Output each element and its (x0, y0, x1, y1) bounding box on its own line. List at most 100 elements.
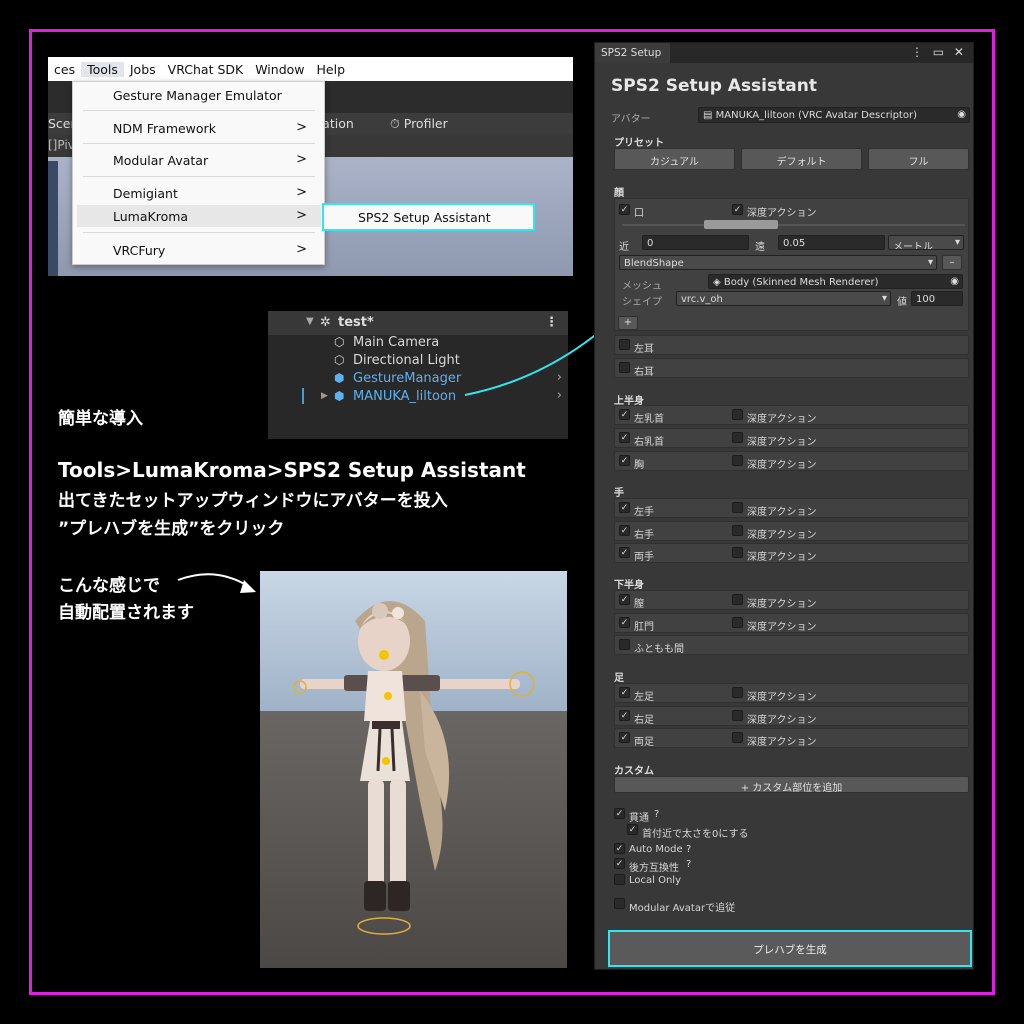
auto-mode-checkbox[interactable]: ✓ (614, 843, 625, 854)
right-ear-row (614, 358, 969, 378)
shape-label: シェイプ (622, 297, 662, 308)
left-nipple-checkbox[interactable]: ✓ (619, 409, 630, 420)
chest-label: 胸 (634, 460, 644, 471)
unit-dropdown[interactable]: メートル ▾ (888, 235, 964, 250)
backward-compat-checkbox[interactable]: ✓ (614, 858, 625, 869)
anus-depth-checkbox[interactable] (732, 617, 743, 628)
right-foot-depth-checkbox[interactable] (732, 710, 743, 721)
near-input[interactable]: 0 (642, 235, 749, 250)
right-hand-checkbox[interactable]: ✓ (619, 525, 630, 536)
anus-label: 肛門 (634, 622, 654, 633)
face-section-label: 顔 (614, 188, 624, 199)
neck-thickness-label: 首付近で太さを0にする (642, 829, 749, 840)
thighs-label: ふともも間 (634, 644, 684, 655)
neck-thickness-checkbox[interactable]: ✓ (627, 824, 638, 835)
penetrate-label: 貫通 (629, 813, 649, 824)
both-feet-checkbox[interactable]: ✓ (619, 732, 630, 743)
both-hands-depth-label: 深度アクション (747, 552, 817, 563)
left-foot-depth-label: 深度アクション (747, 692, 817, 703)
unit-dropdown-value: メートル (893, 242, 933, 250)
left-nipple-depth-checkbox[interactable] (732, 409, 743, 420)
shape-dropdown[interactable]: vrc.v_oh ▾ (676, 291, 891, 306)
right-hand-depth-label: 深度アクション (747, 530, 817, 541)
right-ear-checkbox[interactable] (619, 362, 630, 373)
custom-section-label: カスタム (614, 766, 654, 777)
right-foot-checkbox[interactable]: ✓ (619, 710, 630, 721)
mesh-field-value: Body (Skinned Mesh Renderer) (723, 277, 879, 288)
right-foot-label: 右足 (634, 715, 654, 726)
right-hand-depth-checkbox[interactable] (732, 525, 743, 536)
penetrate-checkbox[interactable]: ✓ (614, 808, 625, 819)
object-picker-icon[interactable]: ◉ (950, 276, 959, 287)
vagina-depth-checkbox[interactable] (732, 594, 743, 605)
window-controls-icon[interactable]: ⋮ ▭ ✕ (911, 45, 967, 59)
right-hand-label: 右手 (634, 530, 654, 541)
left-ear-row (614, 335, 969, 355)
backward-compat-help-icon[interactable]: ? (686, 859, 691, 870)
feet-section-label: 足 (614, 673, 624, 684)
window-title: SPS2 Setup Assistant (611, 76, 817, 96)
range-slider-handle[interactable] (704, 220, 778, 229)
chest-depth-label: 深度アクション (747, 460, 817, 471)
chest-checkbox[interactable]: ✓ (619, 455, 630, 466)
blendshape-dropdown[interactable]: BlendShape ▾ (619, 255, 937, 270)
avatar-field[interactable]: ▤ MANUKA_liltoon (VRC Avatar Descriptor)… (698, 107, 970, 123)
object-picker-icon[interactable]: ◉ (957, 109, 966, 120)
preset-casual-button[interactable]: カジュアル (614, 148, 735, 170)
anus-checkbox[interactable]: ✓ (619, 617, 630, 628)
left-hand-checkbox[interactable]: ✓ (619, 502, 630, 513)
avatar-descriptor-icon: ▤ (703, 110, 713, 121)
chest-depth-checkbox[interactable] (732, 455, 743, 466)
range-slider-track[interactable] (622, 224, 965, 226)
remove-blendshape-button[interactable]: – (942, 255, 962, 270)
auto-mode-help-icon[interactable]: ? (686, 844, 691, 855)
auto-mode-label: Auto Mode (629, 844, 683, 855)
vagina-checkbox[interactable]: ✓ (619, 594, 630, 605)
tab-sps2-setup[interactable]: SPS2 Setup (595, 43, 670, 63)
modular-avatar-checkbox[interactable] (614, 898, 625, 909)
both-feet-depth-label: 深度アクション (747, 737, 817, 748)
modular-avatar-label: Modular Avatarで追従 (629, 903, 736, 914)
left-nipple-label: 左乳首 (634, 414, 664, 425)
penetrate-help-icon[interactable]: ? (654, 809, 659, 820)
avatar-field-value: MANUKA_liltoon (VRC Avatar Descriptor) (715, 110, 917, 121)
thighs-checkbox[interactable] (619, 639, 630, 650)
blendshape-dropdown-value: BlendShape (624, 258, 684, 269)
skinned-mesh-icon: ◈ (713, 277, 721, 288)
preset-default-button[interactable]: デフォルト (741, 148, 862, 170)
left-foot-checkbox[interactable]: ✓ (619, 687, 630, 698)
left-foot-depth-checkbox[interactable] (732, 687, 743, 698)
left-hand-label: 左手 (634, 507, 654, 518)
add-custom-part-button[interactable]: + カスタム部位を追加 (614, 776, 969, 794)
both-hands-checkbox[interactable]: ✓ (619, 547, 630, 558)
chevron-down-icon: ▾ (881, 293, 887, 304)
left-hand-depth-checkbox[interactable] (732, 502, 743, 513)
both-hands-depth-checkbox[interactable] (732, 547, 743, 558)
mouth-checkbox[interactable]: ✓ (619, 204, 630, 215)
right-ear-label: 右耳 (634, 367, 654, 378)
right-foot-depth-label: 深度アクション (747, 715, 817, 726)
vagina-depth-label: 深度アクション (747, 599, 817, 610)
white-arrow-line (177, 573, 249, 587)
both-feet-depth-checkbox[interactable] (732, 732, 743, 743)
left-nipple-depth-label: 深度アクション (747, 414, 817, 425)
local-only-label: Local Only (629, 875, 682, 886)
generate-prefab-button[interactable]: プレハブを生成 (608, 930, 972, 967)
right-nipple-label: 右乳首 (634, 437, 664, 448)
anus-depth-label: 深度アクション (747, 622, 817, 633)
local-only-checkbox[interactable] (614, 874, 625, 885)
far-input[interactable]: 0.05 (778, 235, 885, 250)
vagina-label: 膣 (634, 599, 644, 610)
mouth-depth-checkbox[interactable]: ✓ (732, 204, 743, 215)
sps2-setup-window: SPS2 Setup ⋮ ▭ ✕ SPS2 Setup Assistant アバ… (594, 42, 974, 970)
left-foot-label: 左足 (634, 692, 654, 703)
add-blendshape-button[interactable]: + (618, 316, 638, 330)
chevron-down-icon: ▾ (927, 257, 933, 268)
right-nipple-depth-checkbox[interactable] (732, 432, 743, 443)
mesh-field[interactable]: ◈ Body (Skinned Mesh Renderer) ◉ (708, 274, 963, 289)
right-nipple-checkbox[interactable]: ✓ (619, 432, 630, 443)
value-input[interactable]: 100 (911, 291, 963, 306)
both-hands-label: 両手 (634, 552, 654, 563)
preset-full-button[interactable]: フル (868, 148, 969, 170)
left-ear-checkbox[interactable] (619, 339, 630, 350)
